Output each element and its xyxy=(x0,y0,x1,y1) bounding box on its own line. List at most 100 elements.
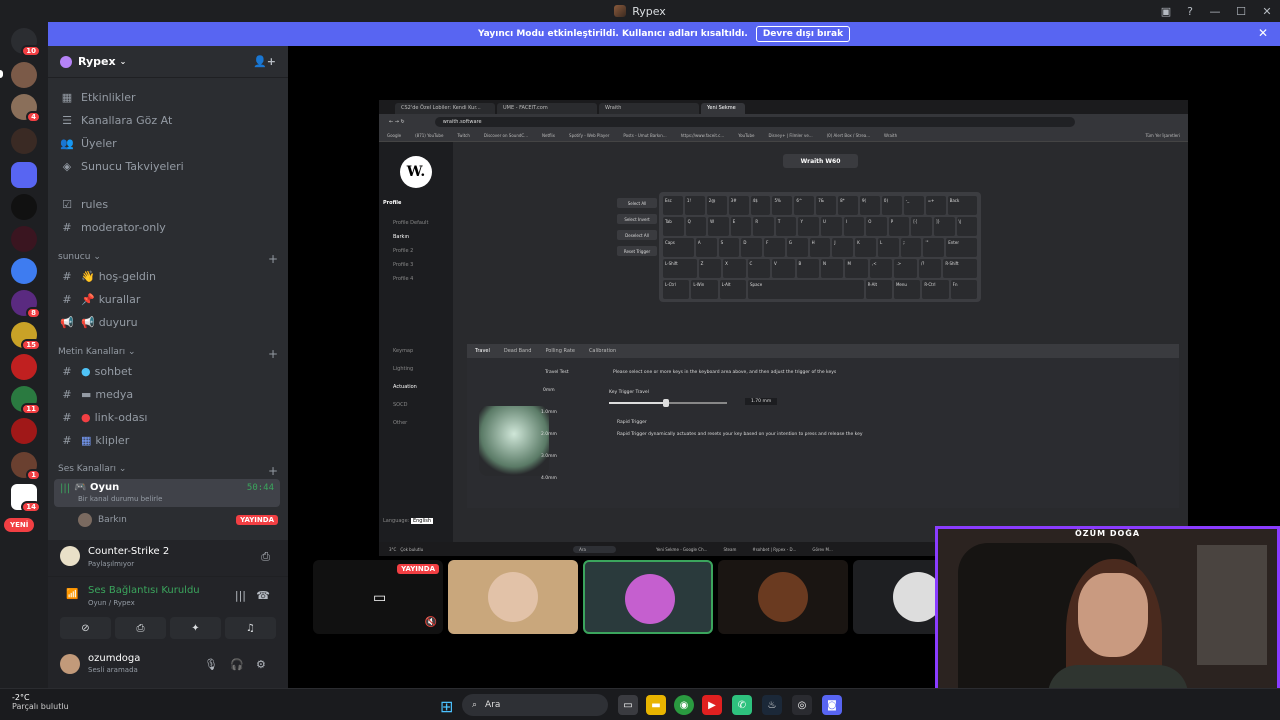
stream-thumbnail[interactable]: YAYINDA ▭ 🔇 xyxy=(313,560,443,634)
disable-streamer-mode-button[interactable]: Devre dışı bırak xyxy=(755,26,851,42)
menu-members[interactable]: 👥 Üyeler xyxy=(56,132,280,154)
server-icon[interactable]: 8 xyxy=(11,290,41,319)
whatsapp-icon[interactable]: ✆ xyxy=(732,695,752,715)
inbox-icon[interactable]: ▣ xyxy=(1154,5,1178,18)
keyboard-row: Caps A S D F G H J K L;: '" Enter xyxy=(663,238,978,257)
guild-header[interactable]: Rypex ⌄ 👤+ xyxy=(48,46,288,78)
steam-icon[interactable]: ♨ xyxy=(762,695,782,715)
obs-icon[interactable]: ◎ xyxy=(792,695,812,715)
add-channel-icon[interactable]: + xyxy=(268,464,278,478)
direct-messages-icon[interactable]: 10 xyxy=(11,28,41,57)
keyboard-key: 7& xyxy=(816,196,837,215)
category-metin[interactable]: Metin Kanalları ⌄ + xyxy=(58,347,278,361)
server-icon[interactable] xyxy=(11,354,37,380)
server-icon[interactable] xyxy=(11,194,37,220)
disconnect-icon[interactable]: ☎ xyxy=(256,589,270,602)
keyboard-key: V xyxy=(772,259,795,278)
window-title-text: Rypex xyxy=(632,4,666,18)
microphone-icon[interactable]: 🎙 xyxy=(204,658,218,671)
keyboard-key: N xyxy=(821,259,844,278)
headphones-icon[interactable]: 🎧 xyxy=(230,658,244,671)
channel-link-odasi[interactable]: # ● link-odası xyxy=(56,406,280,428)
channel-kurallar[interactable]: # 📌 kurallar xyxy=(56,288,280,310)
voice-member[interactable]: Barkın YAYINDA xyxy=(78,512,278,528)
shared-screen[interactable]: CS2'de Özel Lobiler: Kendi Kur... UME - … xyxy=(379,100,1188,556)
soundboard-button[interactable]: ♫ xyxy=(225,617,276,639)
add-channel-icon[interactable]: + xyxy=(268,347,278,361)
participant-tile[interactable] xyxy=(718,560,848,634)
side-item: Actuation xyxy=(393,384,417,390)
channel-medya[interactable]: # ▬ medya xyxy=(56,383,280,405)
rtc-location[interactable]: Oyun / Rypex xyxy=(88,599,135,607)
keyboard-key: I xyxy=(843,217,865,236)
banner-close-icon[interactable]: ✕ xyxy=(1258,26,1268,40)
weather-widget[interactable]: -2°C Parçalı bulutlu xyxy=(12,693,69,711)
channel-rules[interactable]: ☑ rules xyxy=(56,193,280,215)
activities-button[interactable]: ✦ xyxy=(170,617,221,639)
participant-tile[interactable] xyxy=(583,560,713,634)
chrome-icon[interactable]: ◉ xyxy=(674,695,694,715)
server-icon[interactable] xyxy=(11,418,37,444)
category-ses[interactable]: Ses Kanalları ⌄ + xyxy=(58,464,278,478)
server-icon[interactable]: 11 xyxy=(11,386,41,415)
invite-icon[interactable]: 👤+ xyxy=(253,55,276,68)
participant-tile[interactable] xyxy=(448,560,578,634)
new-badge[interactable]: YENİ xyxy=(4,518,35,532)
server-icon[interactable] xyxy=(11,258,37,284)
shared-search: Ara xyxy=(573,545,616,553)
file-explorer-icon[interactable]: ▬ xyxy=(646,695,666,715)
channel-klipler[interactable]: # ▦ klipler xyxy=(56,429,280,451)
bookmarks-bar: Google (871) YouTube Twitch Discover on … xyxy=(379,130,1188,142)
rtc-status[interactable]: Ses Bağlantısı Kuruldu xyxy=(88,585,200,596)
channel-sohbet[interactable]: # ● sohbet xyxy=(56,360,280,382)
category-sunucu[interactable]: sunucu ⌄ + xyxy=(58,252,278,266)
add-channel-icon[interactable]: + xyxy=(268,252,278,266)
close-button[interactable]: ✕ xyxy=(1254,5,1280,18)
server-icon[interactable] xyxy=(11,226,37,252)
channel-duyuru[interactable]: 📢 📢 duyuru xyxy=(56,311,280,333)
help-icon[interactable]: ? xyxy=(1178,5,1202,18)
server-icon[interactable] xyxy=(11,62,37,88)
youtube-icon[interactable]: ▶ xyxy=(702,695,722,715)
noise-suppression-icon[interactable]: ||| xyxy=(235,589,246,602)
volume-muted-icon[interactable]: 🔇 xyxy=(425,617,437,628)
keyboard-key: E xyxy=(730,217,752,236)
voice-channel-label: Oyun xyxy=(89,482,120,493)
wraith-page: W. Profile Profile Default Barkın Profil… xyxy=(379,142,1188,542)
server-icon[interactable]: 14 xyxy=(11,484,41,513)
minimize-button[interactable]: — xyxy=(1202,5,1228,18)
globe-emoji-icon: ● xyxy=(81,364,91,378)
keyboard-key: Menu xyxy=(893,280,921,299)
taskbar-search[interactable]: ⌕ Ara xyxy=(462,694,608,716)
channel-hos-geldin[interactable]: # 👋 hoş-geldin xyxy=(56,265,280,287)
browse-channels-icon: ☰ xyxy=(62,113,72,127)
camera-off-button[interactable]: ⊘ xyxy=(60,617,111,639)
chevron-down-icon: ⌄ xyxy=(119,57,127,66)
server-badge: 4 xyxy=(26,111,41,123)
channel-label: rules xyxy=(81,197,109,211)
bookmark: Google xyxy=(387,133,402,138)
discord-icon[interactable]: ◙ xyxy=(822,695,842,715)
browser-tabs: CS2'de Özel Lobiler: Kendi Kur... UME - … xyxy=(379,100,1188,114)
windows-start-icon[interactable]: ⊞ xyxy=(440,697,453,716)
menu-events[interactable]: ▦ Etkinlikler xyxy=(56,86,280,108)
maximize-button[interactable]: ☐ xyxy=(1228,5,1254,18)
channel-moderator-only[interactable]: # moderator-only xyxy=(56,216,280,238)
server-icon[interactable]: 1 xyxy=(11,452,41,481)
keyboard-key: F xyxy=(764,238,785,257)
server-icon[interactable] xyxy=(11,128,37,154)
voice-channel-oyun[interactable]: ||| 🎮 Oyun Bir kanal durumu belirle 50:4… xyxy=(54,479,280,507)
menu-server-boosts[interactable]: ◈ Sunucu Takviyeleri xyxy=(56,155,280,177)
shared-weather-sub: Çok bulutlu xyxy=(400,546,424,552)
channel-status[interactable]: Bir kanal durumu belirle xyxy=(78,495,162,503)
actuation-panel: Travel Test Please select one or more ke… xyxy=(467,358,1179,508)
server-icon[interactable]: 4 xyxy=(11,94,41,123)
folder-icon[interactable] xyxy=(11,162,37,188)
screen-share-button[interactable]: ⎙ xyxy=(115,617,166,639)
share-screen-icon[interactable]: ⎙ xyxy=(261,550,270,564)
menu-browse-channels[interactable]: ☰ Kanallara Göz At xyxy=(56,109,280,131)
gear-icon[interactable]: ⚙ xyxy=(256,658,266,671)
server-icon[interactable]: 15 xyxy=(11,322,41,351)
task-view-icon[interactable]: ▭ xyxy=(618,695,638,715)
avatar[interactable] xyxy=(60,654,80,674)
